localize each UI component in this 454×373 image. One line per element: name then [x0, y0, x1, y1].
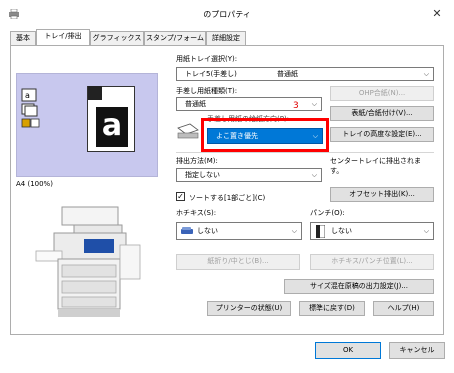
tab-stamp-form[interactable]: スタンプ/フォーム: [144, 31, 206, 45]
help-button[interactable]: ヘルプ(H): [373, 301, 434, 316]
stapler-select[interactable]: しない ⌵: [176, 222, 302, 240]
punch-select[interactable]: しない ⌵: [310, 222, 434, 240]
manual-paper-select[interactable]: 普通紙 ⌵: [176, 97, 322, 111]
paper-corner-mark: [88, 86, 102, 100]
paper-feed-icon: [177, 123, 199, 139]
tray-advanced-button[interactable]: トレイの高度な設定(E)...: [330, 127, 434, 142]
offset-output-button[interactable]: オフセット排出(K)...: [330, 187, 434, 202]
tab-graphics[interactable]: グラフィックス: [90, 31, 144, 45]
chevron-down-icon: ⌵: [311, 171, 317, 179]
tray-paper-type: 普通紙: [277, 70, 298, 78]
restore-defaults-button[interactable]: 標準に戻す(D): [299, 301, 365, 316]
tray-select[interactable]: トレイ5(手差し) 普通紙 ⌵: [176, 67, 434, 81]
tray-label: 用紙トレイ選択(Y):: [176, 55, 238, 63]
chevron-down-icon: ⌵: [423, 227, 429, 235]
chevron-down-icon: ⌵: [291, 227, 297, 235]
feed-direction-select[interactable]: よこ置き優先 ⌵: [207, 128, 323, 144]
stapler-label: ホチキス(S):: [176, 209, 217, 217]
cover-insert-button[interactable]: 表紙/合紙付け(V)...: [330, 106, 434, 121]
close-icon[interactable]: ✕: [430, 7, 444, 21]
tab-tray-output[interactable]: トレイ/排出: [36, 29, 90, 45]
mixed-size-button[interactable]: サイズ混在原稿の出力設定(J)...: [284, 279, 434, 294]
chevron-down-icon: ⌵: [312, 132, 318, 140]
divider: [176, 152, 434, 153]
printer-illustration: [35, 206, 141, 317]
sort-checkbox[interactable]: ✓: [176, 192, 185, 201]
output-method-select[interactable]: 指定しない ⌵: [176, 168, 322, 182]
stapler-icon: [181, 227, 193, 234]
punch-icon: [316, 225, 325, 238]
chevron-down-icon: ⌵: [311, 100, 317, 108]
tab-advanced[interactable]: 詳細設定: [206, 31, 246, 45]
preview-letter: a: [96, 107, 128, 147]
svg-text:a: a: [25, 91, 30, 100]
fold-button[interactable]: 紙折り/中とじ(B)...: [176, 254, 300, 270]
paper-sheet: a: [87, 86, 135, 152]
page-preview: a a: [16, 73, 158, 177]
ohp-interleave-button[interactable]: OHP合紙(N)...: [330, 86, 434, 101]
tray-stack-icon: a: [21, 88, 40, 128]
ok-button[interactable]: OK: [315, 342, 381, 359]
staple-position-button[interactable]: ホチキス/パンチ位置(L)...: [310, 254, 434, 270]
output-note: センタートレイに排出されます。: [330, 157, 421, 175]
printer-status-button[interactable]: プリンターの状態(U): [207, 301, 291, 316]
window-title: のプロパティ: [203, 10, 251, 19]
cancel-button[interactable]: キャンセル: [389, 342, 445, 359]
tray-value: トレイ5(手差し): [185, 70, 237, 78]
chevron-down-icon: ⌵: [423, 70, 429, 78]
manual-paper-label: 手差し用紙種類(T):: [176, 87, 238, 95]
punch-label: パンチ(O):: [310, 209, 345, 217]
sort-label: ソートする[1部ごと](C): [189, 194, 266, 202]
annotation-number: 3: [293, 101, 299, 111]
preview-caption: A4 (100%): [16, 180, 53, 188]
output-label: 排出方法(M):: [176, 157, 218, 165]
tab-basic[interactable]: 基本: [10, 31, 36, 45]
feed-direction-value: よこ置き優先: [216, 132, 258, 140]
